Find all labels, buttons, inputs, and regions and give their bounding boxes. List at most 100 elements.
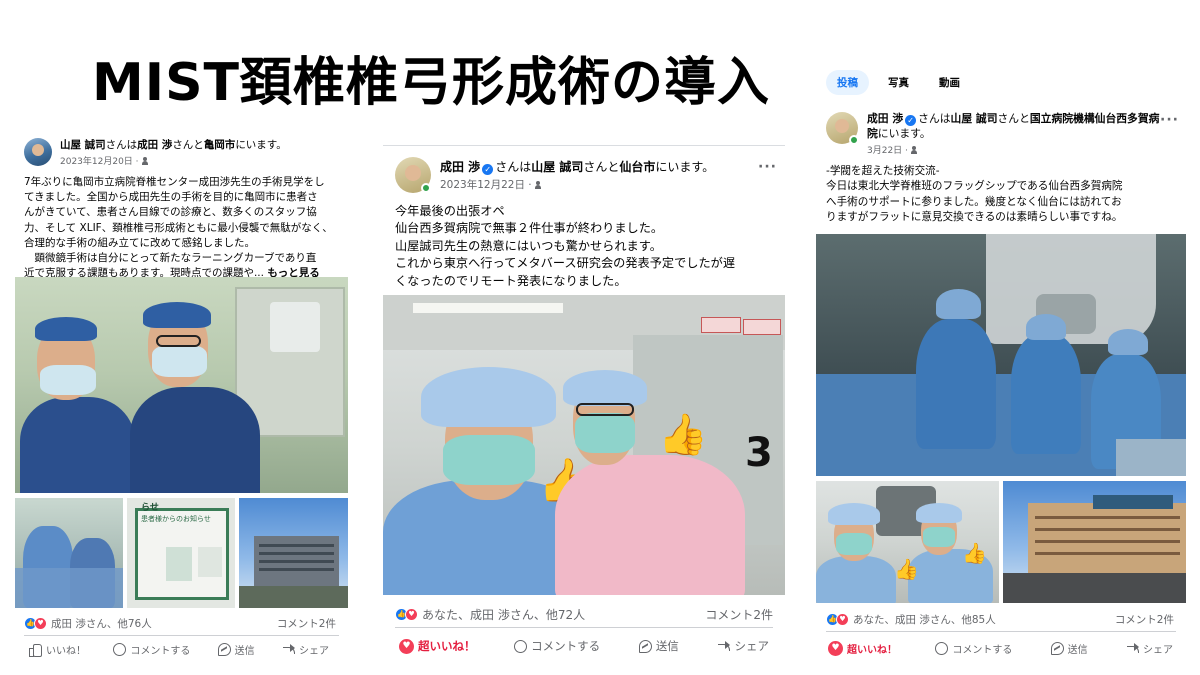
profile-tabs: 投稿 写真 動画 (826, 70, 971, 95)
post-card-1: 山屋 誠司さんは成田 渉さんと亀岡市にいます。 2023年12月20日 · 7年… (15, 128, 348, 668)
share-button[interactable]: シェア (282, 642, 329, 657)
thumbs-up-gesture: 👍 (894, 557, 919, 581)
reaction-text: あなた、成田 渉さん、他72人 (422, 608, 586, 622)
post-actions: 超いいね！ コメントする 送信 シェア (399, 638, 769, 654)
cap-right (563, 370, 647, 406)
tagged-name[interactable]: 成田 渉 (137, 139, 172, 151)
post-date[interactable]: 2023年12月20日 · (60, 154, 139, 167)
tab-photos[interactable]: 写真 (877, 70, 920, 95)
comment-count[interactable]: コメント2件 (1115, 612, 1174, 627)
instrument-table (1116, 439, 1186, 476)
author-name[interactable]: 成田 渉 (867, 112, 903, 125)
like-button[interactable]: いいね！ (29, 642, 86, 657)
post-meta: 3月22日 · (867, 143, 1167, 156)
location-name[interactable]: 亀岡市 (204, 139, 236, 151)
sign-board: 患者様からのお知らせ (135, 508, 229, 600)
send-button[interactable]: 送信 (1050, 641, 1088, 656)
post-date[interactable]: 2023年12月22日 · (440, 177, 532, 192)
suffix-text: にいます。 (235, 139, 287, 151)
author-name[interactable]: 山屋 誠司 (60, 139, 106, 151)
comment-icon (935, 642, 949, 655)
share-icon (1126, 642, 1139, 655)
post-header: 成田 渉 ✓ さんは山屋 誠司さんと仙台市にいます。 2023年12月22日 · (395, 157, 714, 193)
super-like-label: 超いいね！ (847, 645, 897, 656)
location-name[interactable]: 仙台市 (619, 160, 655, 174)
person-right (555, 455, 745, 595)
more-options-icon[interactable]: ··· (758, 159, 777, 175)
author-name[interactable]: 成田 渉 (440, 160, 480, 174)
page-title: MIST頚椎椎弓形成術の導入 (92, 53, 771, 113)
post-date[interactable]: 3月22日 · (867, 143, 908, 156)
reaction-summary[interactable]: 👍 ♥ 成田 渉さん、他76人 (24, 616, 152, 631)
cap-right (143, 302, 211, 328)
cap-right (916, 503, 962, 523)
room-number: 3 (745, 430, 773, 476)
post-text-line: 合理的な手術の組み立てに改めて感銘しました。 (24, 236, 255, 249)
tab-videos[interactable]: 動画 (928, 70, 971, 95)
post-photo-thumb-2[interactable] (1003, 481, 1186, 603)
suffix-text: にいます。 (655, 160, 715, 174)
post-photo-main[interactable]: 3 👍 👍 (383, 295, 785, 595)
avatar[interactable] (24, 138, 52, 166)
post-text-line: これから東京へ行ってメタバース研究会の発表予定でしたが遅 (395, 256, 736, 271)
post-text: 今年最後の出張オペ 仙台西多賀病院で無事２件仕事が終わりました。 山屋誠司先生の… (395, 203, 735, 290)
post-text: -学閥を超えた技術交流- 今日は東北大学脊椎班のフラッグシップである仙台西多賀病… (826, 164, 1123, 226)
post-card-2: 成田 渉 ✓ さんは山屋 誠司さんと仙台市にいます。 2023年12月22日 · ·… (383, 145, 785, 670)
post-card-3: 投稿 写真 動画 成田 渉 ✓ さんは山屋 誠司さんと国立病院機構仙台西多賀病院にい… (816, 64, 1186, 670)
send-button[interactable]: 送信 (638, 638, 679, 654)
reaction-summary[interactable]: 👍 ♥ あなた、成田 渉さん、他85人 (826, 612, 996, 627)
post-photo-thumb-3[interactable] (239, 498, 348, 608)
tagged-name[interactable]: 山屋 誠司 (531, 160, 583, 174)
ground (239, 586, 348, 608)
hospital-building (1028, 503, 1186, 573)
tagged-name[interactable]: 山屋 誠司 (951, 112, 998, 125)
super-like-label: 超いいね！ (418, 639, 476, 653)
comment-button[interactable]: コメントする (514, 638, 600, 654)
post-text: 7年ぶりに亀岡市立病院脊椎センター成田渉先生の手術見学をし てきました。全国から… (24, 175, 333, 281)
person-left (20, 397, 135, 493)
tab-posts[interactable]: 投稿 (826, 70, 869, 95)
post-photo-main[interactable] (15, 277, 348, 493)
reaction-summary[interactable]: 👍 ♥ あなた、成田 渉さん、他72人 (395, 606, 585, 623)
post-photo-main[interactable] (816, 234, 1186, 476)
glasses (576, 403, 634, 416)
post-photo-thumb-2[interactable]: 患者様からのお知らせ らせ (127, 498, 235, 608)
like-label: いいね！ (46, 646, 86, 657)
surgeon-cap (1108, 329, 1148, 355)
post-actions: いいね！ コメントする 送信 シェア (29, 642, 329, 657)
super-like-button[interactable]: 超いいね！ (828, 641, 897, 656)
share-button[interactable]: シェア (1126, 641, 1173, 656)
cap-left (35, 317, 97, 341)
connector-text: さんと (583, 160, 620, 174)
post-text-line: 7年ぶりに亀岡市立病院脊椎センター成田渉先生の手術見学をし (24, 176, 325, 188)
surgeon-cap (936, 289, 981, 319)
mask-left (836, 533, 872, 555)
sign-title: 患者様からのお知らせ (141, 515, 211, 523)
share-button[interactable]: シェア (717, 638, 769, 654)
post-photo-thumb-1[interactable]: 👍 👍 (816, 481, 999, 603)
post-text-line: へ手術のサポートに参りました。幾度となく仙台には訪れてお (826, 195, 1122, 208)
reaction-text: 成田 渉さん、他76人 (51, 618, 152, 630)
super-like-icon (399, 638, 414, 654)
send-button[interactable]: 送信 (217, 642, 255, 657)
comment-button[interactable]: コメントする (113, 642, 190, 657)
love-reaction-icon: ♥ (405, 608, 418, 621)
post-meta: 2023年12月20日 · (60, 154, 348, 167)
post-author-line: 成田 渉 ✓ さんは山屋 誠司さんと仙台市にいます。 (440, 159, 714, 175)
reaction-icons: 👍 ♥ (395, 608, 418, 621)
post-author-line: 成田 渉 ✓ さんは山屋 誠司さんと国立病院機構仙台西多賀病院にいます。 (867, 112, 1167, 141)
connector-text: さんと (997, 112, 1030, 125)
share-label: シェア (298, 646, 329, 657)
comment-button[interactable]: コメントする (935, 641, 1012, 656)
super-like-button[interactable]: 超いいね！ (399, 638, 476, 654)
surgeon (916, 319, 996, 449)
post-header: 成田 渉 ✓ さんは山屋 誠司さんと国立病院機構仙台西多賀病院にいます。 3月22日… (826, 112, 1167, 156)
comment-count[interactable]: コメント2件 (705, 606, 773, 623)
comment-count[interactable]: コメント2件 (277, 616, 336, 631)
post-text-line: りますがフラットに意見交換できるのは素晴らしい事ですね。 (826, 211, 1123, 224)
more-options-icon[interactable]: ··· (1160, 112, 1179, 128)
reaction-icons: 👍 ♥ (24, 617, 47, 630)
post-photo-thumb-1[interactable] (15, 498, 123, 608)
sign-poster (166, 547, 192, 581)
comment-icon (113, 643, 127, 656)
